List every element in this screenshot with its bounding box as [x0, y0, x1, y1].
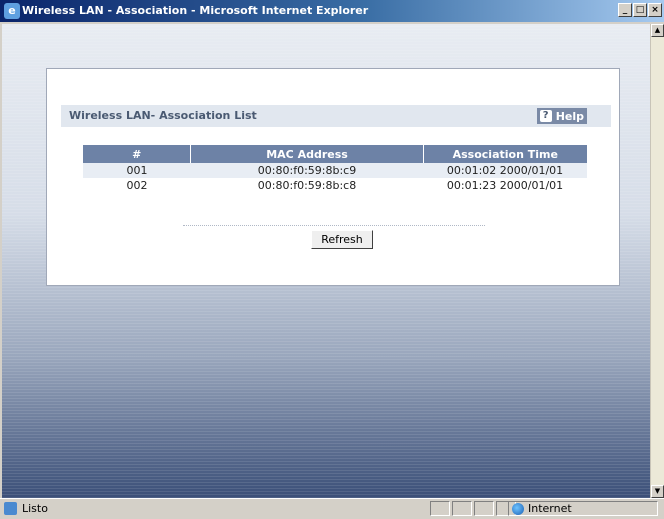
- panel-header: Wireless LAN- Association List ? Help: [61, 105, 611, 127]
- minimize-button[interactable]: _: [618, 3, 632, 17]
- table-header-row: # MAC Address Association Time: [83, 145, 587, 163]
- status-segment: [452, 501, 472, 516]
- cell-mac: 00:80:f0:59:8b:c9: [190, 163, 424, 178]
- page-content: Wireless LAN- Association List ? Help # …: [2, 24, 650, 498]
- refresh-button[interactable]: Refresh: [311, 230, 373, 249]
- divider: [183, 225, 485, 226]
- globe-icon: [512, 503, 524, 515]
- status-segment: [430, 501, 450, 516]
- cell-mac: 00:80:f0:59:8b:c8: [257, 179, 357, 192]
- status-segment: [474, 501, 494, 516]
- panel-title: Wireless LAN- Association List: [69, 109, 257, 122]
- association-panel: Wireless LAN- Association List ? Help # …: [46, 68, 620, 286]
- column-header-time: Association Time: [422, 145, 587, 163]
- ie-icon: e: [4, 3, 20, 19]
- window-controls: _ □ ×: [618, 3, 662, 17]
- cell-index: 001: [83, 163, 191, 178]
- cell-index: 002: [126, 179, 148, 192]
- cell-time: 00:01:02 2000/01/01: [423, 163, 587, 178]
- zone-label: Internet: [528, 502, 572, 515]
- help-button[interactable]: ? Help: [536, 108, 587, 124]
- scroll-up-button[interactable]: ▲: [651, 24, 664, 37]
- page-icon: [4, 502, 17, 515]
- table-row: 002 00:80:f0:59:8b:c8 00:01:23 2000/01/0…: [83, 178, 587, 193]
- close-button[interactable]: ×: [648, 3, 662, 17]
- status-text: Listo: [22, 502, 48, 515]
- help-label: Help: [555, 109, 584, 123]
- scroll-down-button[interactable]: ▼: [651, 485, 664, 498]
- title-bar[interactable]: e Wireless LAN - Association - Microsoft…: [0, 0, 664, 22]
- window-title: Wireless LAN - Association - Microsoft I…: [22, 4, 369, 17]
- table-row: 001 00:80:f0:59:8b:c9 00:01:02 2000/01/0…: [83, 163, 587, 178]
- association-table: # MAC Address Association Time 001 00:80…: [83, 145, 587, 193]
- cell-time: 00:01:23 2000/01/01: [446, 179, 564, 192]
- vertical-scrollbar[interactable]: ▲ ▼: [650, 24, 664, 498]
- column-header-mac: MAC Address: [190, 145, 424, 163]
- column-header-index: #: [83, 145, 191, 163]
- status-bar: Listo Internet: [0, 498, 664, 518]
- question-icon: ?: [539, 110, 552, 122]
- maximize-button[interactable]: □: [633, 3, 647, 17]
